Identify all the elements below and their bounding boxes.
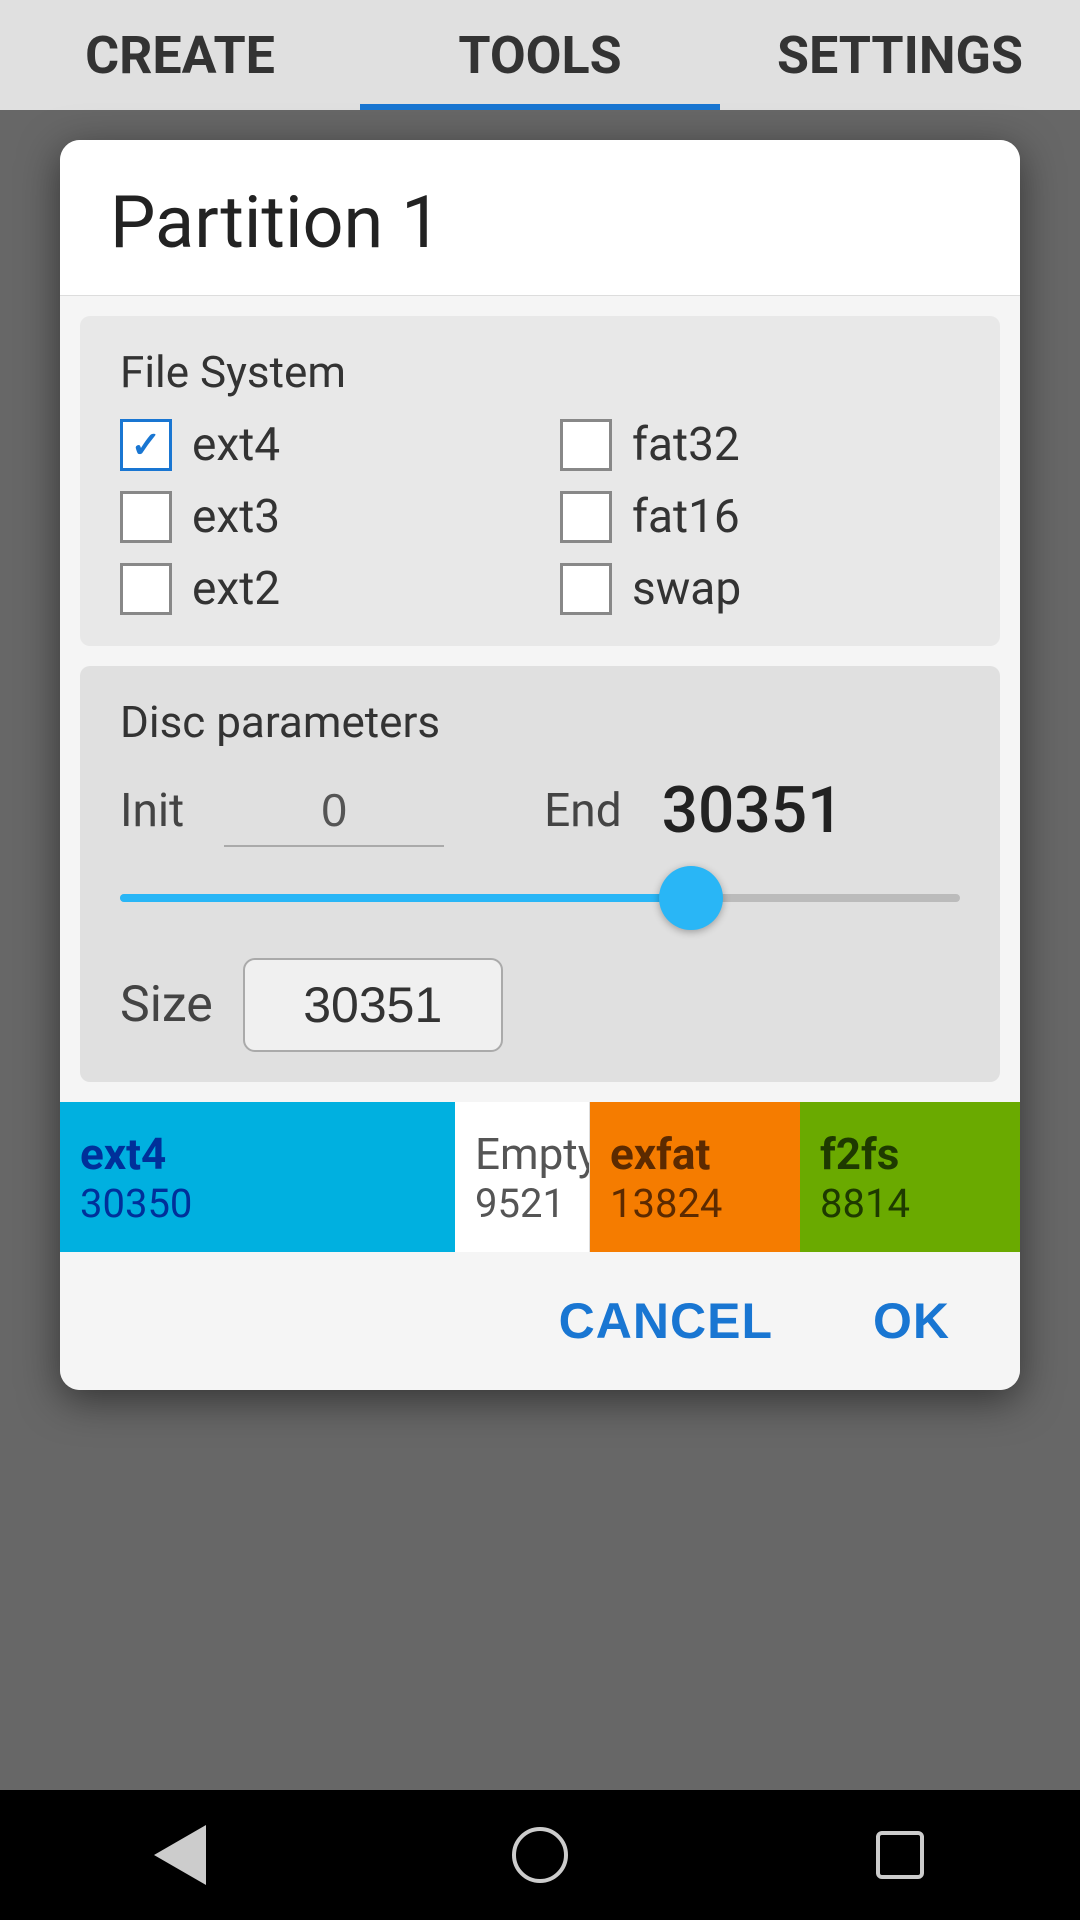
tab-bar: CREATE TOOLS SETTINGS [0,0,1080,110]
partition-bar: ext4 30350 Empty 9521 exfat 13824 f2fs 8… [60,1102,1020,1252]
partition-dialog: Partition 1 File System ext4 fat32 ext3 [60,140,1020,1390]
init-end-row: Init End 30351 [120,773,960,848]
segment-ext4-size: 30350 [80,1180,435,1227]
checkbox-swap[interactable] [560,563,612,615]
disc-parameters-label: Disc parameters [120,696,960,748]
bottom-nav-bar [0,1790,1080,1920]
file-system-grid: ext4 fat32 ext3 fat16 ext2 [120,418,960,616]
fs-option-ext2[interactable]: ext2 [120,562,520,616]
segment-ext4-name: ext4 [80,1128,435,1180]
size-label: Size [120,976,213,1034]
fs-label-swap: swap [632,562,741,616]
fs-label-ext2: ext2 [192,562,280,616]
tab-create-label: CREATE [85,25,275,86]
segment-exfat-name: exfat [610,1128,780,1180]
segment-empty-size: 9521 [475,1180,569,1227]
end-label: End [544,784,622,838]
checkbox-ext2[interactable] [120,563,172,615]
checkbox-ext3[interactable] [120,491,172,543]
slider-container[interactable] [120,868,960,928]
init-input[interactable] [224,775,444,847]
fs-label-ext3: ext3 [192,490,280,544]
fs-option-swap[interactable]: swap [560,562,960,616]
dialog-actions: CANCEL OK [60,1252,1020,1390]
partition-segment-empty[interactable]: Empty 9521 [455,1102,590,1252]
ok-button[interactable]: OK [853,1282,970,1360]
partition-segment-exfat[interactable]: exfat 13824 [590,1102,800,1252]
fs-label-fat16: fat16 [632,490,740,544]
size-input[interactable] [243,958,503,1052]
checkbox-ext4[interactable] [120,419,172,471]
tab-tools[interactable]: TOOLS [360,0,720,110]
slider-track [120,894,960,902]
file-system-section: File System ext4 fat32 ext3 fat16 [80,316,1000,646]
partition-segment-f2fs[interactable]: f2fs 8814 [800,1102,1020,1252]
segment-f2fs-name: f2fs [820,1128,1000,1180]
nav-back-button[interactable] [140,1815,220,1895]
file-system-label: File System [120,346,960,398]
segment-f2fs-size: 8814 [820,1180,1000,1227]
tab-tools-label: TOOLS [458,25,621,86]
checkbox-fat32[interactable] [560,419,612,471]
fs-option-ext4[interactable]: ext4 [120,418,520,472]
dialog-title-text: Partition 1 [110,180,442,265]
end-value: 30351 [662,773,902,848]
checkbox-fat16[interactable] [560,491,612,543]
dialog-title: Partition 1 [60,140,1020,296]
fs-option-fat32[interactable]: fat32 [560,418,960,472]
slider-thumb[interactable] [659,866,723,930]
partition-segment-ext4[interactable]: ext4 30350 [60,1102,455,1252]
fs-option-ext3[interactable]: ext3 [120,490,520,544]
nav-home-button[interactable] [500,1815,580,1895]
tab-settings[interactable]: SETTINGS [720,0,1080,110]
segment-empty-name: Empty [475,1128,569,1180]
tab-settings-label: SETTINGS [777,25,1023,86]
fs-option-fat16[interactable]: fat16 [560,490,960,544]
modal-overlay: Partition 1 File System ext4 fat32 ext3 [0,110,1080,1790]
disc-parameters-section: Disc parameters Init End 30351 Size [80,666,1000,1082]
nav-recents-button[interactable] [860,1815,940,1895]
tab-create[interactable]: CREATE [0,0,360,110]
recents-icon [876,1831,924,1879]
back-icon [154,1825,206,1885]
segment-exfat-size: 13824 [610,1180,780,1227]
init-label: Init [120,784,184,838]
cancel-button[interactable]: CANCEL [539,1282,793,1360]
size-row: Size [120,958,960,1052]
home-icon [512,1827,568,1883]
fs-label-fat32: fat32 [632,418,740,472]
fs-label-ext4: ext4 [192,418,280,472]
slider-fill [120,894,691,902]
